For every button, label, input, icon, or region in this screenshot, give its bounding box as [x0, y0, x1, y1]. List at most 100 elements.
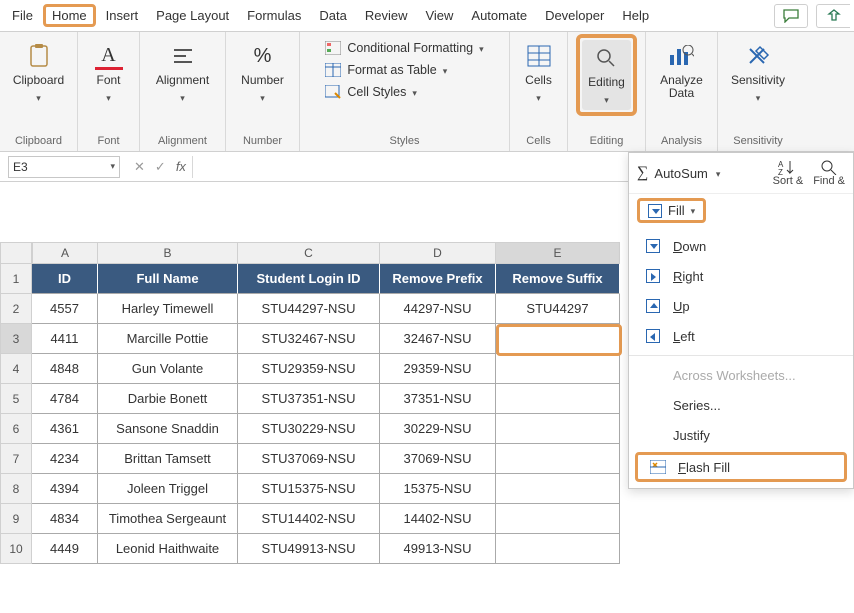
cell[interactable]: 4834 [32, 504, 98, 534]
accept-formula-icon[interactable]: ✓ [155, 159, 166, 175]
cell[interactable]: STU15375-NSU [238, 474, 380, 504]
cell[interactable]: STU14402-NSU [238, 504, 380, 534]
col-header-E[interactable]: E [496, 242, 620, 264]
row-header-2[interactable]: 2 [0, 294, 32, 324]
cell[interactable] [496, 444, 620, 474]
cell[interactable]: 4361 [32, 414, 98, 444]
chevron-down-icon[interactable]: ▾ [110, 161, 115, 172]
fill-left-item[interactable]: Left [629, 321, 853, 351]
cell[interactable]: STU37069-NSU [238, 444, 380, 474]
cell[interactable]: 4234 [32, 444, 98, 474]
cell[interactable]: Sansone Snaddin [98, 414, 238, 444]
analyze-data-button[interactable]: AnalyzeData [654, 38, 709, 104]
cell[interactable]: Gun Volante [98, 354, 238, 384]
cell[interactable] [496, 504, 620, 534]
row-header-10[interactable]: 10 [0, 534, 32, 564]
table-header-cell[interactable]: Student Login ID [238, 264, 380, 294]
cell[interactable]: 4848 [32, 354, 98, 384]
cell[interactable]: Timothea Sergeaunt [98, 504, 238, 534]
cell[interactable]: Brittan Tamsett [98, 444, 238, 474]
cell[interactable]: STU49913-NSU [238, 534, 380, 564]
cell[interactable]: 49913-NSU [380, 534, 496, 564]
cell[interactable] [496, 324, 620, 354]
cell[interactable]: 4557 [32, 294, 98, 324]
menu-home[interactable]: Home [43, 4, 96, 27]
table-header-cell[interactable]: Full Name [98, 264, 238, 294]
cell[interactable]: 4394 [32, 474, 98, 504]
table-header-cell[interactable]: Remove Suffix [496, 264, 620, 294]
cell[interactable]: 44297-NSU [380, 294, 496, 324]
fill-right-item[interactable]: Right [629, 261, 853, 291]
cell[interactable]: STU30229-NSU [238, 414, 380, 444]
cell[interactable]: Darbie Bonett [98, 384, 238, 414]
table-header-cell[interactable]: Remove Prefix [380, 264, 496, 294]
cell[interactable]: Leonid Haithwaite [98, 534, 238, 564]
cell[interactable]: 15375-NSU [380, 474, 496, 504]
cell[interactable]: STU37351-NSU [238, 384, 380, 414]
col-header-C[interactable]: C [238, 242, 380, 264]
cell[interactable] [496, 414, 620, 444]
cell[interactable]: Harley Timewell [98, 294, 238, 324]
conditional-formatting-button[interactable]: Conditional Formatting ▾ [325, 40, 483, 56]
cell[interactable]: STU29359-NSU [238, 354, 380, 384]
row-header-4[interactable]: 4 [0, 354, 32, 384]
row-header-1[interactable]: 1 [0, 264, 32, 294]
select-all-corner[interactable] [0, 242, 32, 264]
cancel-formula-icon[interactable]: ✕ [134, 159, 145, 175]
menu-data[interactable]: Data [311, 4, 354, 27]
find-select-button[interactable]: Find & [813, 159, 845, 187]
menu-insert[interactable]: Insert [98, 4, 147, 27]
row-header-8[interactable]: 8 [0, 474, 32, 504]
cell[interactable]: STU44297-NSU [238, 294, 380, 324]
fill-justify-item[interactable]: Justify [629, 420, 853, 450]
cell[interactable]: 4411 [32, 324, 98, 354]
cell[interactable] [496, 354, 620, 384]
fill-button[interactable]: Fill ▾ [637, 198, 706, 223]
sensitivity-button[interactable]: Sensitivity▾ [725, 38, 791, 108]
menu-review[interactable]: Review [357, 4, 416, 27]
menu-help[interactable]: Help [614, 4, 657, 27]
fill-series-item[interactable]: Series... [629, 390, 853, 420]
menu-file[interactable]: File [4, 4, 41, 27]
table-header-cell[interactable]: ID [32, 264, 98, 294]
fill-up-item[interactable]: Up [629, 291, 853, 321]
cell[interactable]: Joleen Triggel [98, 474, 238, 504]
menu-developer[interactable]: Developer [537, 4, 612, 27]
menu-view[interactable]: View [417, 4, 461, 27]
font-button[interactable]: A Font▾ [89, 38, 129, 108]
cell[interactable]: 4449 [32, 534, 98, 564]
row-header-6[interactable]: 6 [0, 414, 32, 444]
cell-styles-button[interactable]: Cell Styles ▾ [325, 84, 417, 100]
cell[interactable]: 37351-NSU [380, 384, 496, 414]
format-as-table-button[interactable]: Format as Table ▾ [325, 62, 447, 78]
cell[interactable] [496, 534, 620, 564]
cell[interactable]: 32467-NSU [380, 324, 496, 354]
cell[interactable] [496, 384, 620, 414]
cells-button[interactable]: Cells▾ [519, 38, 559, 108]
cell[interactable]: STU44297 [496, 294, 620, 324]
menu-formulas[interactable]: Formulas [239, 4, 309, 27]
row-header-3[interactable]: 3 [0, 324, 32, 354]
comments-button[interactable] [774, 4, 808, 28]
cell[interactable]: 14402-NSU [380, 504, 496, 534]
col-header-A[interactable]: A [32, 242, 98, 264]
row-header-5[interactable]: 5 [0, 384, 32, 414]
sort-filter-button[interactable]: AZ Sort & [773, 159, 804, 187]
fx-icon[interactable]: fx [176, 159, 186, 174]
row-header-7[interactable]: 7 [0, 444, 32, 474]
share-button[interactable] [816, 4, 850, 28]
name-box[interactable]: E3 ▾ [8, 156, 120, 178]
autosum-button[interactable]: ∑ AutoSum ▾ [637, 164, 720, 182]
number-button[interactable]: % Number▾ [235, 38, 290, 108]
cell[interactable]: 4784 [32, 384, 98, 414]
cell[interactable]: 30229-NSU [380, 414, 496, 444]
col-header-B[interactable]: B [98, 242, 238, 264]
row-header-9[interactable]: 9 [0, 504, 32, 534]
col-header-D[interactable]: D [380, 242, 496, 264]
cell[interactable]: 37069-NSU [380, 444, 496, 474]
menu-automate[interactable]: Automate [463, 4, 535, 27]
alignment-button[interactable]: Alignment▾ [150, 38, 215, 108]
clipboard-button[interactable]: Clipboard▾ [7, 38, 70, 108]
cell[interactable]: Marcille Pottie [98, 324, 238, 354]
menu-page-layout[interactable]: Page Layout [148, 4, 237, 27]
